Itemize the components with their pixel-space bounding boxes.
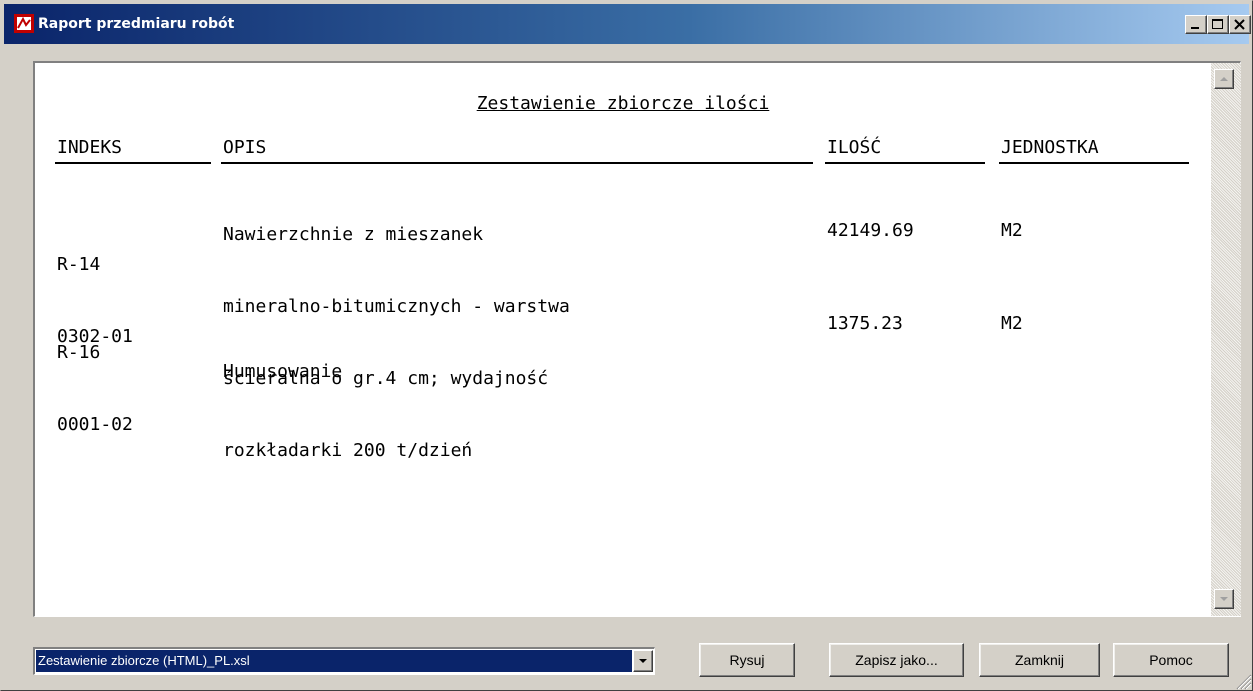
row-index-line: R-16 (57, 342, 101, 363)
column-header-unit: JEDNOSTKA (1001, 137, 1099, 158)
template-select-value[interactable]: Zestawienie zbiorcze (HTML)_PL.xsl (36, 650, 632, 672)
row-index: R-16 0001-02 (57, 293, 165, 485)
scroll-down-button[interactable] (1214, 589, 1234, 609)
row-description-line: Humusowanie (223, 361, 343, 382)
minimize-icon (1191, 27, 1199, 29)
header-underline (55, 162, 211, 164)
help-button[interactable]: Pomoc (1113, 643, 1229, 677)
chevron-down-icon (639, 659, 647, 663)
header-underline (221, 162, 813, 164)
header-underline (825, 162, 985, 164)
app-icon (14, 14, 34, 33)
save-as-button[interactable]: Zapisz jako... (829, 643, 964, 677)
resize-grip-icon[interactable] (1234, 672, 1252, 690)
template-select[interactable]: Zestawienie zbiorcze (HTML)_PL.xsl (33, 647, 655, 675)
arrow-up-icon (1220, 77, 1228, 81)
maximize-button[interactable] (1207, 15, 1229, 34)
row-quantity: 1375.23 (827, 313, 903, 334)
header-underline (999, 162, 1189, 164)
window-title: Raport przedmiaru robót (38, 16, 235, 32)
column-header-quantity: ILOŚĆ (827, 137, 882, 158)
row-description-line: Nawierzchnie z mieszanek (223, 224, 484, 245)
template-select-dropdown[interactable] (633, 650, 653, 672)
report-title: Zestawienie zbiorcze ilości (476, 93, 770, 114)
row-index-line: R-14 (57, 254, 101, 275)
column-header-description: OPIS (223, 137, 267, 158)
maximize-icon (1212, 19, 1223, 29)
vertical-scrollbar[interactable] (1211, 63, 1241, 616)
close-window-button[interactable]: Zamknij (979, 643, 1100, 677)
arrow-down-icon (1220, 597, 1228, 601)
draw-button[interactable]: Rysuj (699, 643, 795, 677)
row-unit: M2 (1001, 313, 1023, 334)
row-index-line: 0001-02 (57, 414, 133, 435)
report-window: Raport przedmiaru robót Zestawienie zbio… (0, 0, 1253, 691)
scroll-up-button[interactable] (1214, 69, 1234, 89)
row-quantity: 42149.69 (827, 220, 914, 241)
row-unit: M2 (1001, 220, 1023, 241)
row-description-line: rozkładarki 200 t/dzień (223, 440, 473, 461)
close-button[interactable] (1229, 15, 1251, 34)
row-description: Humusowanie (223, 312, 342, 432)
report-view[interactable]: Zestawienie zbiorcze ilości INDEKS OPIS … (33, 61, 1241, 617)
minimize-button[interactable] (1185, 15, 1207, 34)
column-header-index: INDEKS (57, 137, 123, 158)
title-bar[interactable]: Raport przedmiaru robót (4, 4, 1251, 44)
report-document: Zestawienie zbiorcze ilości INDEKS OPIS … (35, 63, 1211, 616)
close-icon (1234, 19, 1245, 30)
